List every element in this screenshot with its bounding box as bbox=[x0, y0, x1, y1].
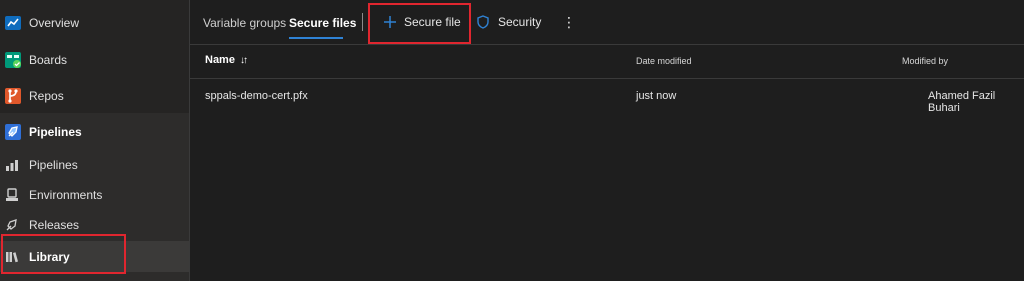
sidebar-item-repos[interactable]: Repos bbox=[0, 79, 189, 113]
sidebar-item-overview[interactable]: Overview bbox=[0, 6, 189, 40]
sidebar: Overview Boards Repos Pipelines Pipeline… bbox=[0, 0, 190, 281]
repos-icon bbox=[4, 87, 22, 105]
column-header-name[interactable]: Name ↓↑ bbox=[205, 54, 248, 66]
toolbar-divider bbox=[362, 13, 363, 31]
add-secure-file-button[interactable]: Secure file bbox=[383, 15, 461, 29]
sidebar-item-label: Pipelines bbox=[29, 125, 82, 139]
add-secure-file-label: Secure file bbox=[404, 15, 461, 29]
environments-icon bbox=[5, 188, 19, 202]
sidebar-item-releases[interactable]: Releases bbox=[0, 208, 189, 242]
releases-icon bbox=[5, 218, 19, 232]
table-header: Name ↓↑ Date modified Modified by bbox=[190, 44, 1024, 79]
tab-bar: Variable groups Secure files Secure file… bbox=[190, 0, 1024, 45]
sort-icon: ↓↑ bbox=[240, 55, 248, 66]
sidebar-item-label: Boards bbox=[29, 53, 68, 67]
overview-icon bbox=[4, 14, 22, 32]
sidebar-item-label: Repos bbox=[29, 89, 64, 103]
sidebar-item-library[interactable]: Library bbox=[0, 241, 189, 272]
file-name-cell[interactable]: sppals-demo-cert.pfx bbox=[205, 90, 308, 102]
table-row[interactable]: sppals-demo-cert.pfx just now Ahamed Faz… bbox=[190, 79, 1024, 114]
sidebar-item-label: Environments bbox=[29, 188, 103, 202]
date-modified-cell: just now bbox=[636, 90, 677, 102]
plus-icon bbox=[383, 15, 397, 29]
column-header-date-modified[interactable]: Date modified bbox=[636, 56, 692, 66]
tab-variable-groups[interactable]: Variable groups bbox=[203, 16, 286, 30]
boards-icon bbox=[4, 51, 22, 69]
pipelines-rocket-icon bbox=[4, 123, 22, 141]
sidebar-item-label: Pipelines bbox=[29, 158, 78, 172]
sidebar-item-pipelines-section[interactable]: Pipelines bbox=[0, 115, 189, 149]
security-button[interactable]: Security bbox=[476, 15, 541, 29]
sidebar-item-label: Releases bbox=[29, 218, 80, 232]
sidebar-item-label: Library bbox=[29, 249, 70, 264]
library-icon bbox=[5, 250, 19, 264]
modified-by-cell: Ahamed Fazil Buhari bbox=[928, 90, 996, 114]
security-label: Security bbox=[498, 15, 542, 29]
sidebar-item-boards[interactable]: Boards bbox=[0, 43, 189, 77]
sidebar-item-environments[interactable]: Environments bbox=[0, 178, 189, 212]
main-content: Variable groups Secure files Secure file… bbox=[190, 0, 1024, 281]
more-actions-icon[interactable]: ⋮ bbox=[562, 14, 576, 31]
shield-icon bbox=[476, 15, 490, 29]
column-header-modified-by[interactable]: Modified by bbox=[902, 56, 948, 66]
active-tab-indicator bbox=[289, 37, 343, 39]
pipelines-icon bbox=[5, 158, 19, 172]
sidebar-item-label: Overview bbox=[29, 16, 80, 30]
sidebar-item-pipelines[interactable]: Pipelines bbox=[0, 148, 189, 182]
tab-secure-files[interactable]: Secure files bbox=[289, 16, 356, 30]
